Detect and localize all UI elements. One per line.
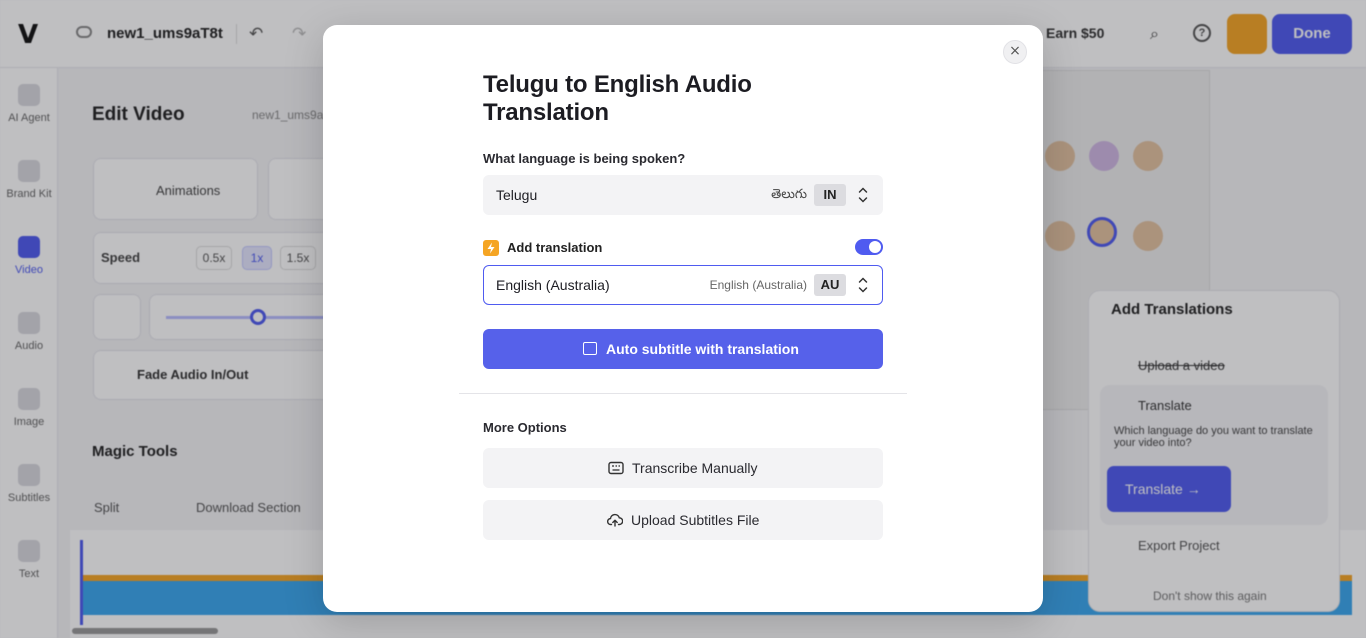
subtitle-image-icon [583,342,597,355]
target-language-select[interactable]: English (Australia) English (Australia) … [483,265,883,305]
modal-divider [459,393,907,394]
target-language-native: English (Australia) [709,278,807,292]
keyboard-icon [608,461,624,475]
more-options-label: More Options [483,420,567,435]
spoken-language-value: Telugu [496,187,538,203]
spoken-language-native: తెలుగు [771,187,807,202]
target-language-code: AU [814,274,846,296]
add-translation-label: Add translation [507,240,603,255]
auto-subtitle-button[interactable]: Auto subtitle with translation [483,329,883,369]
auto-subtitle-label: Auto subtitle with translation [606,341,799,357]
transcribe-manually-label: Transcribe Manually [632,460,758,476]
close-icon[interactable]: × [1003,40,1027,64]
transcribe-manually-button[interactable]: Transcribe Manually [483,448,883,488]
spoken-language-code: IN [814,184,846,206]
cloud-upload-icon [606,512,624,527]
spoken-language-label: What language is being spoken? [483,151,686,166]
toggle-knob [869,241,881,253]
upload-subtitles-button[interactable]: Upload Subtitles File [483,500,883,540]
translation-modal: × Telugu to English Audio Translation Wh… [323,25,1043,612]
target-language-value: English (Australia) [496,277,610,293]
add-translation-toggle[interactable] [855,239,883,255]
lightning-icon [483,240,499,256]
modal-title: Telugu to English Audio Translation [483,71,752,126]
upload-subtitles-label: Upload Subtitles File [631,512,760,528]
chevron-updown-icon [858,275,868,295]
spoken-language-select[interactable]: Telugu తెలుగు IN [483,175,883,215]
chevron-updown-icon [858,185,868,205]
